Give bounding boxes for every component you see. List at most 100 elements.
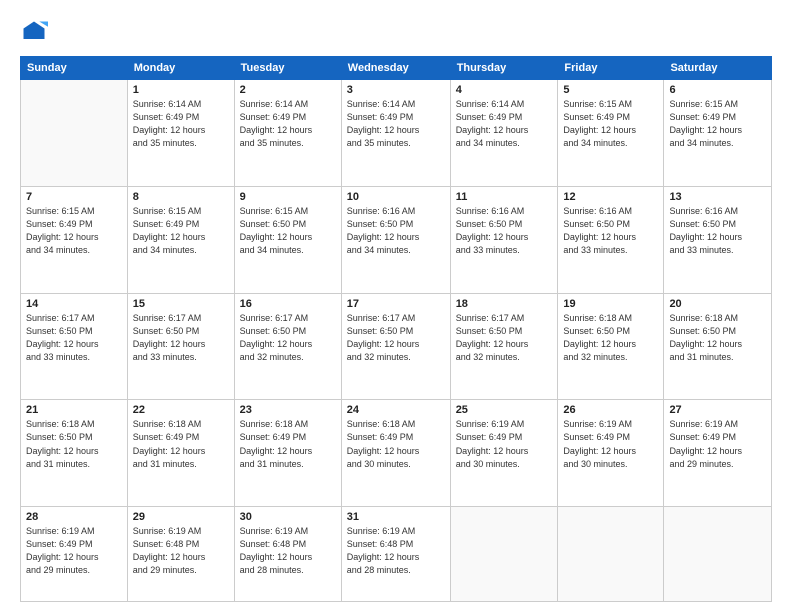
day-number: 24	[347, 404, 445, 416]
calendar-week-row: 21 Sunrise: 6:18 AMSunset: 6:50 PMDayligh…	[21, 400, 772, 507]
calendar-day-cell: 9Sunrise: 6:15 AMSunset: 6:50 PMDaylight…	[234, 186, 341, 293]
calendar-day-cell: 31 Sunrise: 6:19 AMSunset: 6:48 PMDayligh…	[341, 507, 450, 602]
day-info: Sunrise: 6:19 AMSunset: 6:48 PMDaylight:…	[347, 525, 445, 577]
calendar-day-cell: 19 Sunrise: 6:18 AMSunset: 6:50 PMDayligh…	[558, 293, 664, 400]
calendar-day-header: Wednesday	[341, 57, 450, 80]
day-number: 21	[26, 404, 122, 416]
calendar-day-cell	[558, 507, 664, 602]
page: SundayMondayTuesdayWednesdayThursdayFrid…	[0, 0, 792, 612]
calendar-day-cell: 6 Sunrise: 6:15 AMSunset: 6:49 PMDaylight…	[664, 80, 772, 187]
day-info: Sunrise: 6:18 AMSunset: 6:49 PMDaylight:…	[347, 418, 445, 470]
calendar-day-header: Friday	[558, 57, 664, 80]
calendar-day-cell: 14Sunrise: 6:17 AMSunset: 6:50 PMDayligh…	[21, 293, 128, 400]
calendar-day-cell: 17 Sunrise: 6:17 AMSunset: 6:50 PMDayligh…	[341, 293, 450, 400]
day-info: Sunrise: 6:17 AMSunset: 6:50 PMDaylight:…	[26, 312, 122, 364]
calendar-day-cell: 16Sunrise: 6:17 AMSunset: 6:50 PMDayligh…	[234, 293, 341, 400]
day-info: Sunrise: 6:17 AMSunset: 6:50 PMDaylight:…	[456, 312, 553, 364]
day-number: 17	[347, 298, 445, 310]
day-number: 25	[456, 404, 553, 416]
day-number: 23	[240, 404, 336, 416]
calendar-header-row: SundayMondayTuesdayWednesdayThursdayFrid…	[21, 57, 772, 80]
calendar-week-row: 14Sunrise: 6:17 AMSunset: 6:50 PMDayligh…	[21, 293, 772, 400]
day-number: 13	[669, 191, 766, 203]
calendar-day-header: Saturday	[664, 57, 772, 80]
day-number: 10	[347, 191, 445, 203]
day-number: 22	[133, 404, 229, 416]
calendar-day-cell: 22 Sunrise: 6:18 AMSunset: 6:49 PMDayligh…	[127, 400, 234, 507]
calendar-day-cell: 27 Sunrise: 6:19 AMSunset: 6:49 PMDayligh…	[664, 400, 772, 507]
day-info: Sunrise: 6:18 AMSunset: 6:50 PMDaylight:…	[669, 312, 766, 364]
calendar-day-cell	[664, 507, 772, 602]
calendar-day-header: Tuesday	[234, 57, 341, 80]
day-info: Sunrise: 6:16 AMSunset: 6:50 PMDaylight:…	[563, 205, 658, 257]
day-info: Sunrise: 6:14 AMSunset: 6:49 PMDaylight:…	[347, 98, 445, 150]
calendar-day-cell: 24 Sunrise: 6:18 AMSunset: 6:49 PMDayligh…	[341, 400, 450, 507]
calendar-week-row: 7 Sunrise: 6:15 AMSunset: 6:49 PMDaylight…	[21, 186, 772, 293]
day-number: 11	[456, 191, 553, 203]
day-info: Sunrise: 6:14 AMSunset: 6:49 PMDaylight:…	[456, 98, 553, 150]
logo-icon	[20, 18, 48, 46]
day-number: 2	[240, 84, 336, 96]
calendar-day-cell: 4Sunrise: 6:14 AMSunset: 6:49 PMDaylight…	[450, 80, 558, 187]
day-number: 29	[133, 511, 229, 523]
calendar-day-cell: 13 Sunrise: 6:16 AMSunset: 6:50 PMDayligh…	[664, 186, 772, 293]
calendar-day-cell: 8Sunrise: 6:15 AMSunset: 6:49 PMDaylight…	[127, 186, 234, 293]
day-info: Sunrise: 6:17 AMSunset: 6:50 PMDaylight:…	[347, 312, 445, 364]
calendar-day-cell: 3 Sunrise: 6:14 AMSunset: 6:49 PMDaylight…	[341, 80, 450, 187]
day-number: 27	[669, 404, 766, 416]
day-info: Sunrise: 6:15 AMSunset: 6:49 PMDaylight:…	[133, 205, 229, 257]
calendar-day-cell: 23 Sunrise: 6:18 AMSunset: 6:49 PMDayligh…	[234, 400, 341, 507]
calendar-day-cell: 18 Sunrise: 6:17 AMSunset: 6:50 PMDayligh…	[450, 293, 558, 400]
calendar-day-cell: 30Sunrise: 6:19 AMSunset: 6:48 PMDayligh…	[234, 507, 341, 602]
calendar-day-cell: 10 Sunrise: 6:16 AMSunset: 6:50 PMDayligh…	[341, 186, 450, 293]
calendar-day-cell: 7 Sunrise: 6:15 AMSunset: 6:49 PMDaylight…	[21, 186, 128, 293]
calendar-day-header: Thursday	[450, 57, 558, 80]
day-info: Sunrise: 6:19 AMSunset: 6:48 PMDaylight:…	[240, 525, 336, 577]
day-number: 19	[563, 298, 658, 310]
day-number: 31	[347, 511, 445, 523]
calendar-day-cell	[450, 507, 558, 602]
day-info: Sunrise: 6:19 AMSunset: 6:49 PMDaylight:…	[669, 418, 766, 470]
day-info: Sunrise: 6:16 AMSunset: 6:50 PMDaylight:…	[669, 205, 766, 257]
calendar-day-header: Monday	[127, 57, 234, 80]
calendar-week-row: 1Sunrise: 6:14 AMSunset: 6:49 PMDaylight…	[21, 80, 772, 187]
calendar-day-cell: 5Sunrise: 6:15 AMSunset: 6:49 PMDaylight…	[558, 80, 664, 187]
day-info: Sunrise: 6:18 AMSunset: 6:49 PMDaylight:…	[133, 418, 229, 470]
calendar-day-cell: 15 Sunrise: 6:17 AMSunset: 6:50 PMDayligh…	[127, 293, 234, 400]
day-info: Sunrise: 6:14 AMSunset: 6:49 PMDaylight:…	[240, 98, 336, 150]
calendar-week-row: 28 Sunrise: 6:19 AMSunset: 6:49 PMDayligh…	[21, 507, 772, 602]
day-info: Sunrise: 6:19 AMSunset: 6:49 PMDaylight:…	[563, 418, 658, 470]
day-info: Sunrise: 6:15 AMSunset: 6:49 PMDaylight:…	[26, 205, 122, 257]
calendar-day-cell: 21 Sunrise: 6:18 AMSunset: 6:50 PMDayligh…	[21, 400, 128, 507]
day-info: Sunrise: 6:18 AMSunset: 6:50 PMDaylight:…	[26, 418, 122, 470]
day-info: Sunrise: 6:16 AMSunset: 6:50 PMDaylight:…	[347, 205, 445, 257]
day-info: Sunrise: 6:19 AMSunset: 6:49 PMDaylight:…	[26, 525, 122, 577]
day-number: 12	[563, 191, 658, 203]
day-number: 28	[26, 511, 122, 523]
day-info: Sunrise: 6:15 AMSunset: 6:49 PMDaylight:…	[669, 98, 766, 150]
calendar-day-cell: 1Sunrise: 6:14 AMSunset: 6:49 PMDaylight…	[127, 80, 234, 187]
day-info: Sunrise: 6:18 AMSunset: 6:50 PMDaylight:…	[563, 312, 658, 364]
day-number: 7	[26, 191, 122, 203]
calendar-day-cell: 2 Sunrise: 6:14 AMSunset: 6:49 PMDaylight…	[234, 80, 341, 187]
calendar-day-cell: 12 Sunrise: 6:16 AMSunset: 6:50 PMDayligh…	[558, 186, 664, 293]
day-info: Sunrise: 6:17 AMSunset: 6:50 PMDaylight:…	[240, 312, 336, 364]
day-info: Sunrise: 6:17 AMSunset: 6:50 PMDaylight:…	[133, 312, 229, 364]
day-number: 18	[456, 298, 553, 310]
day-info: Sunrise: 6:15 AMSunset: 6:50 PMDaylight:…	[240, 205, 336, 257]
day-number: 3	[347, 84, 445, 96]
calendar-table: SundayMondayTuesdayWednesdayThursdayFrid…	[20, 56, 772, 602]
calendar-day-cell: 11 Sunrise: 6:16 AMSunset: 6:50 PMDayligh…	[450, 186, 558, 293]
calendar-day-cell: 25 Sunrise: 6:19 AMSunset: 6:49 PMDayligh…	[450, 400, 558, 507]
calendar-day-cell: 28 Sunrise: 6:19 AMSunset: 6:49 PMDayligh…	[21, 507, 128, 602]
day-info: Sunrise: 6:18 AMSunset: 6:49 PMDaylight:…	[240, 418, 336, 470]
calendar-day-cell: 20Sunrise: 6:18 AMSunset: 6:50 PMDayligh…	[664, 293, 772, 400]
calendar-day-cell	[21, 80, 128, 187]
calendar-day-cell: 29Sunrise: 6:19 AMSunset: 6:48 PMDayligh…	[127, 507, 234, 602]
day-number: 15	[133, 298, 229, 310]
day-info: Sunrise: 6:14 AMSunset: 6:49 PMDaylight:…	[133, 98, 229, 150]
day-info: Sunrise: 6:16 AMSunset: 6:50 PMDaylight:…	[456, 205, 553, 257]
header	[20, 18, 772, 46]
day-number: 6	[669, 84, 766, 96]
day-info: Sunrise: 6:19 AMSunset: 6:49 PMDaylight:…	[456, 418, 553, 470]
